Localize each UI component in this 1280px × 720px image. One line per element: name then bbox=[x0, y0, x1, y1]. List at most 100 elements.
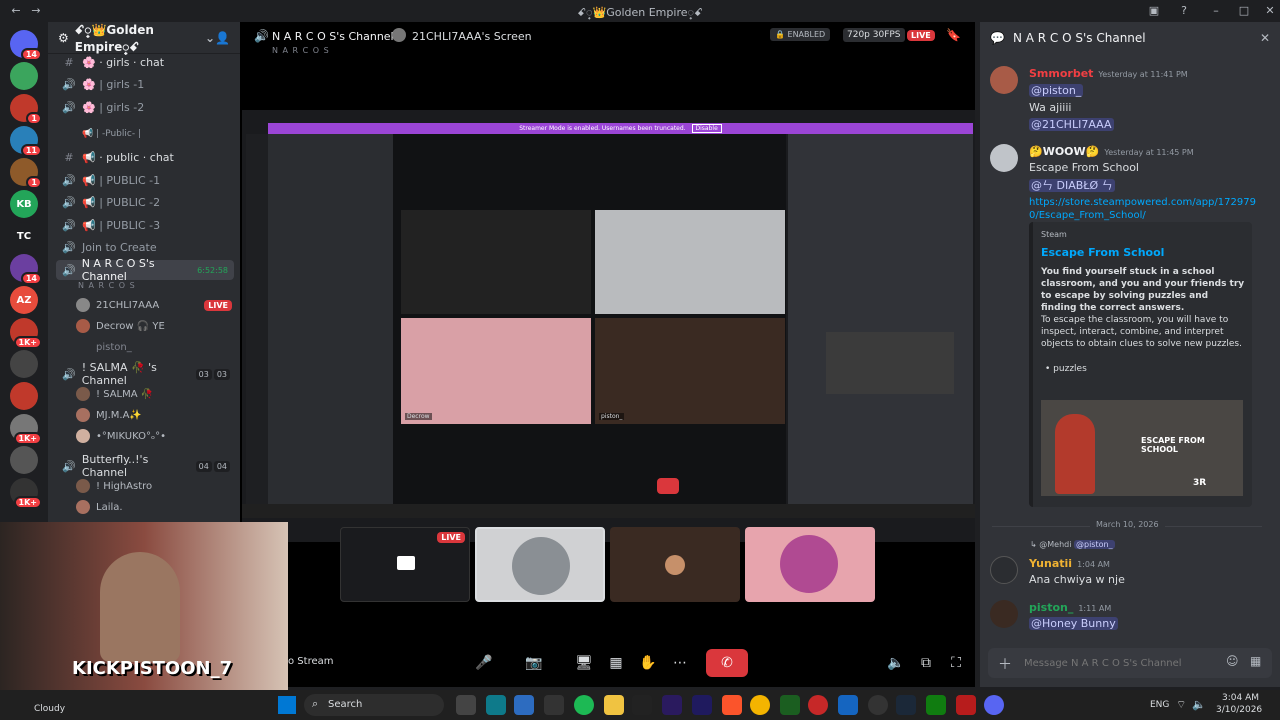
server-icon[interactable] bbox=[10, 382, 38, 410]
server-icon[interactable]: AZ bbox=[10, 286, 38, 314]
capcut-icon[interactable] bbox=[632, 695, 652, 715]
more-icon[interactable]: ⋯ bbox=[666, 649, 694, 677]
message-author[interactable]: piston_ bbox=[1029, 601, 1073, 614]
discord-icon[interactable] bbox=[984, 695, 1004, 715]
server-icon[interactable]: 11 bbox=[10, 126, 42, 157]
participant-tile-piston[interactable] bbox=[610, 527, 740, 602]
aftereffects-icon[interactable] bbox=[692, 695, 712, 715]
spotify-icon[interactable] bbox=[574, 695, 594, 715]
voice-user[interactable]: MJ.M.A✨ bbox=[76, 406, 142, 424]
voice-user[interactable]: ! SALMA 🥀 bbox=[76, 385, 153, 403]
server-icon[interactable]: 1 bbox=[10, 94, 42, 125]
task-view-icon[interactable] bbox=[456, 695, 476, 715]
start-icon[interactable] bbox=[278, 696, 296, 714]
avatar[interactable] bbox=[990, 600, 1018, 628]
voice-user[interactable]: ! HighAstro bbox=[76, 477, 152, 495]
guild-header[interactable]: ⚙ ꗃ꫶👑Golden Empire꫶ꗃ ⌄ 👤 bbox=[48, 22, 240, 54]
screen-share[interactable]: Streamer Mode is enabled. Usernames been… bbox=[242, 110, 975, 542]
participant-tile-screen[interactable]: LIVE bbox=[340, 527, 470, 602]
server-icon[interactable]: 1K+ bbox=[10, 414, 42, 445]
wifi-icon[interactable]: ⌔ bbox=[1176, 698, 1186, 712]
channel-voice[interactable]: 🔊 ! SALMA 🥀 's Channel 03 03 bbox=[56, 361, 234, 387]
avatar[interactable] bbox=[990, 144, 1018, 172]
server-icon[interactable]: TC bbox=[10, 222, 38, 250]
bookmark-icon[interactable]: 🔖 bbox=[946, 28, 961, 42]
pen-icon[interactable] bbox=[544, 695, 564, 715]
mention[interactable]: @Honey Bunny bbox=[1029, 617, 1118, 630]
voice-user[interactable]: •°MIKUKO°ₒ°• bbox=[76, 427, 166, 445]
volume-icon[interactable]: 🔈 bbox=[882, 649, 910, 677]
weather-text[interactable]: Cloudy bbox=[34, 704, 65, 714]
mention[interactable]: @ㄣ DIABŁØ ㄣ bbox=[1029, 179, 1115, 192]
participant-tile-decrow[interactable] bbox=[745, 527, 875, 602]
message-author[interactable]: Yunatii bbox=[1029, 557, 1072, 570]
close-chat-icon[interactable]: ✕ bbox=[1260, 31, 1270, 45]
server-icon[interactable] bbox=[10, 350, 38, 378]
help-icon[interactable]: ? bbox=[1176, 3, 1192, 19]
server-icon[interactable]: 14 bbox=[10, 30, 42, 61]
steam-icon[interactable] bbox=[896, 695, 916, 715]
voice-user[interactable]: piston_ bbox=[76, 338, 232, 356]
microphone-icon[interactable]: 🎤 bbox=[470, 649, 498, 677]
mention[interactable]: @21CHLI7AAA bbox=[1029, 118, 1114, 131]
attach-plus-icon[interactable]: ＋ bbox=[998, 654, 1012, 674]
taskbar-search[interactable]: ⌕ Search bbox=[304, 694, 444, 716]
fullscreen-icon[interactable]: ⛶ bbox=[942, 649, 970, 677]
clock-date[interactable]: 3/10/2026 bbox=[1216, 705, 1262, 715]
participant-tile-21chli7aaa[interactable] bbox=[475, 527, 605, 602]
leave-call-button[interactable]: ✆ bbox=[706, 649, 748, 677]
channel-voice[interactable]: 🔊 📢 | PUBLIC -2 bbox=[56, 192, 234, 212]
activities-icon[interactable]: ▦ bbox=[602, 649, 630, 677]
channel-voice[interactable]: 🔊 🌸 | girls -1 bbox=[56, 74, 234, 94]
server-icon[interactable]: 1K+ bbox=[10, 478, 42, 509]
reply-context[interactable]: ↳ @Mehdi @piston_ bbox=[1030, 540, 1115, 549]
emoji-icon[interactable]: ☺ bbox=[1226, 654, 1239, 668]
explorer-icon[interactable] bbox=[604, 695, 624, 715]
add-member-icon[interactable]: 👤 bbox=[215, 31, 230, 45]
embed-image[interactable]: ESCAPE FROM SCHOOL 3R bbox=[1041, 400, 1243, 496]
maximize-icon[interactable]: □ bbox=[1236, 3, 1252, 19]
voice-user[interactable]: Laila. bbox=[76, 498, 123, 516]
channel-text[interactable]: # 📢 · public · chat bbox=[56, 147, 234, 167]
edge-icon[interactable] bbox=[486, 695, 506, 715]
message-link[interactable]: https://store.steampowered.com/app/17297… bbox=[1029, 196, 1259, 222]
server-icon[interactable]: 1K+ bbox=[10, 318, 42, 349]
xbox-icon[interactable] bbox=[926, 695, 946, 715]
chrome-icon[interactable] bbox=[750, 695, 770, 715]
avatar[interactable] bbox=[990, 66, 1018, 94]
brave-icon[interactable] bbox=[722, 695, 742, 715]
store-icon[interactable] bbox=[514, 695, 534, 715]
channel-voice[interactable]: 🔊 🌸 | girls -2 bbox=[56, 97, 234, 117]
voice-user[interactable]: Decrow 🎧 YE bbox=[76, 317, 232, 335]
obs-icon[interactable] bbox=[868, 695, 888, 715]
terminal-icon[interactable] bbox=[780, 695, 800, 715]
popout-icon[interactable]: ⧉ bbox=[912, 649, 940, 677]
soundboard-icon[interactable]: ✋ bbox=[634, 649, 662, 677]
volume-tray-icon[interactable]: 🔈 bbox=[1192, 698, 1206, 711]
inbox-icon[interactable]: ▣ bbox=[1146, 3, 1162, 19]
channel-text[interactable]: # 🌸 · girls · chat bbox=[56, 52, 234, 72]
topbar-channel-name[interactable]: N A R C O S's Channel bbox=[272, 30, 394, 43]
channel-voice[interactable]: 🔊 📢 | PUBLIC -3 bbox=[56, 215, 234, 235]
acrobat-icon[interactable] bbox=[956, 695, 976, 715]
server-icon[interactable]: 14 bbox=[10, 254, 42, 285]
channel-voice[interactable]: 🔊 Join to Create bbox=[56, 237, 234, 257]
channel-voice[interactable]: 🔊 📢 | PUBLIC -1 bbox=[56, 170, 234, 190]
record-icon[interactable] bbox=[808, 695, 828, 715]
close-window-icon[interactable]: ✕ bbox=[1262, 3, 1278, 19]
banner-disable-button[interactable]: Disable bbox=[691, 124, 722, 133]
stream-label[interactable]: o Stream bbox=[288, 656, 333, 667]
avatar[interactable] bbox=[990, 556, 1018, 584]
server-icon[interactable]: KB bbox=[10, 190, 38, 218]
message-author[interactable]: Smmorbet bbox=[1029, 67, 1093, 80]
server-icon[interactable] bbox=[10, 62, 38, 90]
voice-user[interactable]: 21CHLI7AAA LIVE bbox=[76, 296, 232, 314]
notes-icon[interactable] bbox=[838, 695, 858, 715]
message-author[interactable]: 🤔WOOW🤔 bbox=[1029, 145, 1099, 158]
clock-time[interactable]: 3:04 AM bbox=[1222, 693, 1259, 703]
screen-title[interactable]: 21CHLI7AAA's Screen bbox=[412, 30, 532, 43]
message-input[interactable] bbox=[1024, 654, 1214, 672]
apps-icon[interactable]: ▦ bbox=[1250, 654, 1261, 668]
channel-category[interactable]: 📢 | -Public- | bbox=[56, 127, 234, 141]
mention[interactable]: @piston_ bbox=[1029, 84, 1084, 97]
